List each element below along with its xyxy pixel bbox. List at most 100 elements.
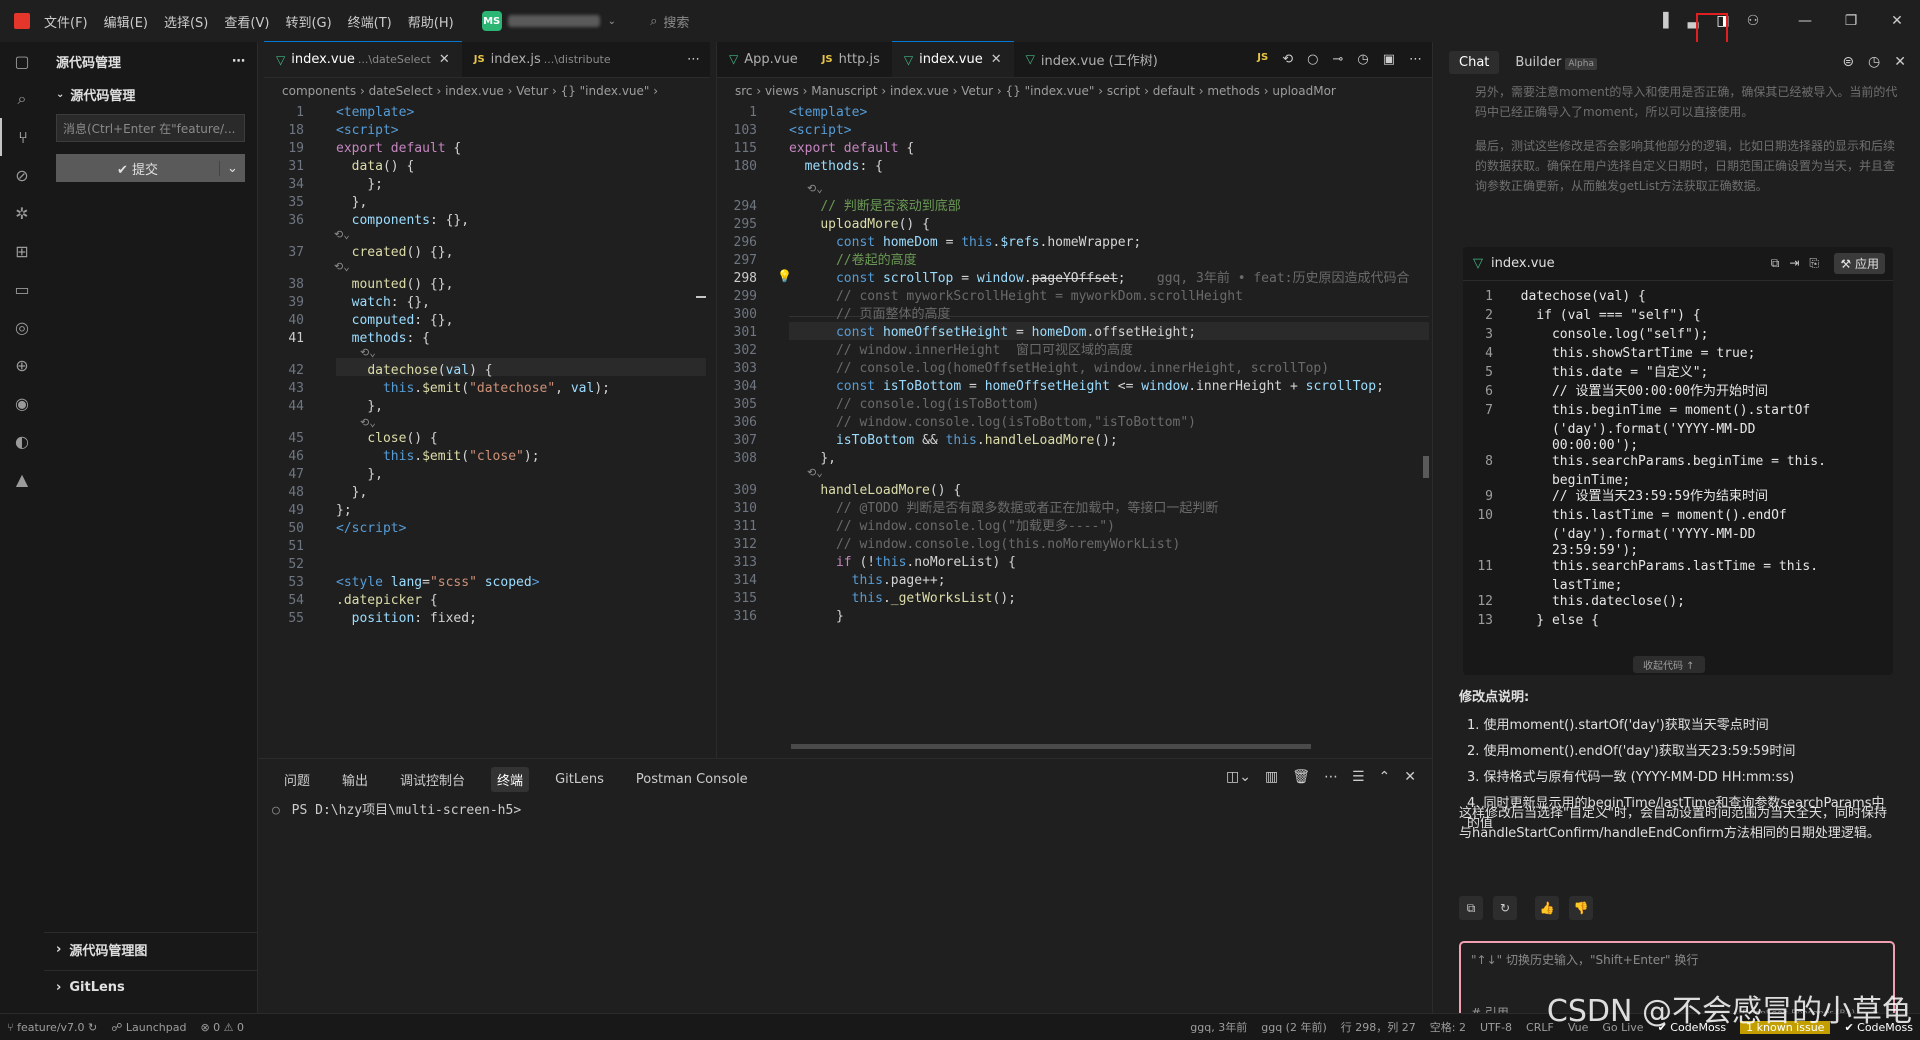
thumbs-up-icon[interactable]: 👍 <box>1535 896 1559 920</box>
editor-tab[interactable]: ▽ index.vue ...\dateSelect ✕ <box>264 41 462 77</box>
fold-hint-icon[interactable]: ⟲⌄ <box>334 228 350 242</box>
menu-item[interactable]: 帮助(H) <box>408 12 454 31</box>
panel-tab[interactable]: 输出 <box>336 767 374 792</box>
panel-tab[interactable]: 终端 <box>491 766 530 792</box>
branch-status[interactable]: ⑂ feature/v7.0 ↻ <box>7 1021 97 1034</box>
indentation[interactable]: 空格: 2 <box>1430 1019 1466 1035</box>
postman-icon[interactable]: ◉ <box>0 384 44 422</box>
regenerate-icon[interactable]: ↻ <box>1493 896 1517 920</box>
menu-item[interactable]: 转到(G) <box>285 12 331 31</box>
tab-builder[interactable]: Builder Alpha <box>1505 51 1607 74</box>
remote-icon[interactable]: ⊘ <box>0 156 44 194</box>
panel-tab[interactable]: GitLens <box>549 769 610 790</box>
blame-status[interactable]: ggq, 3年前 <box>1190 1019 1247 1035</box>
trash-icon[interactable]: 🗑 <box>1292 769 1310 785</box>
blame-status-2[interactable]: ggq (2 年前) <box>1261 1019 1327 1035</box>
close-tab-icon[interactable]: ✕ <box>439 52 450 67</box>
editor-tab[interactable]: JS index.js ...\distribute <box>462 41 623 77</box>
compare-icon[interactable]: ⟲ <box>1282 52 1293 67</box>
close-window-button[interactable]: ✕ <box>1874 0 1920 42</box>
commit-dropdown-icon[interactable]: ⌄ <box>219 160 245 176</box>
toggle-primary-sidebar-icon[interactable]: ▐ <box>1648 6 1678 36</box>
menu-item[interactable]: 文件(F) <box>44 12 88 31</box>
editor-tab[interactable]: ▽ index.vue ✕ <box>891 41 1014 77</box>
suggested-code-line: 4 this.showStartTime = true; <box>1463 344 1893 363</box>
source-control-icon[interactable]: ⑂ <box>0 118 44 156</box>
fold-hint-icon[interactable]: ⟲⌄ <box>360 346 376 360</box>
commit-button[interactable]: ✔ 提交 ⌄ <box>56 154 245 182</box>
chevron-down-icon: ⌄ <box>56 88 65 100</box>
lightbulb-icon[interactable]: 💡 <box>777 269 792 283</box>
close-panel-icon[interactable]: ✕ <box>1404 769 1416 785</box>
new-file-icon[interactable]: ⎘ <box>1809 256 1819 271</box>
history-icon[interactable]: ◷ <box>1868 54 1880 70</box>
apply-button[interactable]: ⚒ 应用 <box>1834 253 1885 274</box>
sidebar-section-header[interactable]: ⌄ 源代码管理 <box>44 80 257 108</box>
code-text: position: fixed; <box>351 611 477 626</box>
editor-tab[interactable]: ▽ index.vue (工作树) <box>1014 41 1170 77</box>
prev-change-icon[interactable]: ○ <box>1307 52 1318 67</box>
maximize-panel-icon[interactable]: ⌃ <box>1379 769 1391 785</box>
new-chat-icon[interactable]: ⊜ <box>1842 54 1854 70</box>
panel-tab[interactable]: 调试控制台 <box>394 767 471 792</box>
problems-status[interactable]: ⊗ 0 ⚠ 0 <box>200 1021 244 1034</box>
panel-tab[interactable]: 问题 <box>278 767 316 792</box>
minimize-button[interactable]: — <box>1782 0 1828 42</box>
code-line: 35 }, <box>264 194 710 212</box>
code-area[interactable]: 1 <template> 103 <script> 115 export default … <box>717 104 1432 754</box>
menu-item[interactable]: 编辑(E) <box>104 12 148 31</box>
menu-item[interactable]: 选择(S) <box>164 12 208 31</box>
menu-item[interactable]: 终端(T) <box>348 12 392 31</box>
thumbs-down-icon[interactable]: 👎 <box>1569 896 1593 920</box>
cursor-position[interactable]: 行 298，列 27 <box>1341 1019 1416 1035</box>
fold-hint-icon[interactable]: ⟲⌄ <box>807 182 823 196</box>
command-search[interactable]: ⌕ 搜索 <box>650 12 689 31</box>
horizontal-scrollbar[interactable] <box>791 744 1311 749</box>
layout-icon[interactable]: ▥ <box>1265 769 1278 785</box>
settings-icon[interactable]: ☰ <box>1352 769 1365 785</box>
tab-chat[interactable]: Chat <box>1449 50 1500 74</box>
encoding[interactable]: UTF-8 <box>1480 1021 1512 1034</box>
next-change-icon[interactable]: ⊸ <box>1332 52 1343 67</box>
sidebar-section-gitlens[interactable]: › GitLens <box>44 970 258 1004</box>
search-icon[interactable]: ⌕ <box>0 80 44 118</box>
extensions-icon[interactable]: ⊞ <box>0 232 44 270</box>
split-editor-icon[interactable]: ▣ <box>1383 52 1395 67</box>
gitlens-icon[interactable]: ◎ <box>0 308 44 346</box>
editor-tab[interactable]: JS http.js <box>810 41 892 77</box>
bell-icon[interactable]: ▲ <box>0 460 44 498</box>
copy-icon[interactable]: ⧉ <box>1459 896 1483 920</box>
timeline-icon[interactable]: ◷ <box>1357 52 1368 67</box>
code-area[interactable]: 1 <template> 18 <script> 19 export default {3… <box>264 104 710 754</box>
copy-icon[interactable]: ⧉ <box>1771 256 1780 271</box>
more-actions-icon[interactable]: ⋯ <box>1409 52 1422 67</box>
collapse-code-button[interactable]: 收起代码 ↑ <box>1633 656 1705 673</box>
close-icon[interactable]: ✕ <box>1894 54 1906 70</box>
fold-hint-icon[interactable]: ⟲⌄ <box>360 416 376 430</box>
panel-tab[interactable]: Postman Console <box>630 769 754 790</box>
menu-item[interactable]: 查看(V) <box>224 12 269 31</box>
debug-icon[interactable]: ✲ <box>0 194 44 232</box>
commit-message-input[interactable]: 消息(Ctrl+Enter 在"feature/... <box>56 114 245 142</box>
codemoss-icon[interactable]: ◐ <box>0 422 44 460</box>
launchpad-status[interactable]: ☍ Launchpad <box>111 1021 186 1034</box>
js-icon[interactable]: JS <box>1257 52 1268 67</box>
more-actions-icon[interactable]: ⋯ <box>687 52 700 67</box>
close-tab-icon[interactable]: ✕ <box>991 52 1002 67</box>
more-actions-icon[interactable]: ⋯ <box>1324 769 1338 785</box>
sidebar-section-graph[interactable]: › 源代码管理图 <box>44 932 258 966</box>
editor-tab[interactable]: ▽ App.vue <box>717 41 810 77</box>
fold-hint-icon[interactable]: ⟲⌄ <box>807 466 823 480</box>
timeline-icon[interactable]: ⊕ <box>0 346 44 384</box>
remote-explorer-icon[interactable]: ▭ <box>0 270 44 308</box>
split-terminal-icon[interactable]: ◫⌄ <box>1226 769 1251 785</box>
restore-button[interactable]: ❐ <box>1828 0 1874 42</box>
fold-hint-icon[interactable]: ⟲⌄ <box>334 260 350 274</box>
code-block-body[interactable]: 1 datechose(val) {2 if (val === "self") … <box>1463 281 1893 661</box>
insert-icon[interactable]: ⇥ <box>1789 256 1799 271</box>
explorer-icon[interactable]: ▢ <box>0 42 44 80</box>
project-switcher[interactable]: MS ⌄ <box>481 9 616 33</box>
terminal[interactable]: ○ PS D:\hzy项目\multi-screen-h5> <box>258 799 1432 818</box>
more-actions-icon[interactable]: ⋯ <box>232 54 245 69</box>
account-icon[interactable]: ⚇ <box>1738 6 1768 36</box>
